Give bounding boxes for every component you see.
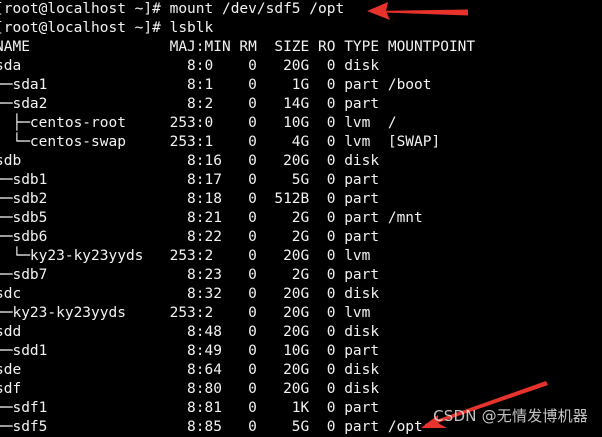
command-line-lsblk: [root@localhost ~]# lsblk (0, 20, 214, 36)
device-row-sdf: sdf 8:80 0 20G 0 disk (0, 381, 380, 397)
device-row-sde: sde 8:64 0 20G 0 disk (0, 362, 380, 378)
device-row-sda: sda 8:0 0 20G 0 disk (0, 58, 380, 74)
lsblk-header-row: NAME MAJ:MIN RM SIZE RO TYPE MOUNTPOINT (0, 39, 476, 55)
device-row-sdf5: └─sdf5 8:85 0 5G 0 part /opt (0, 419, 423, 435)
device-row-centos-root: ├─centos-root 253:0 0 10G 0 lvm / (0, 115, 397, 131)
device-row-sdd: sdd 8:48 0 20G 0 disk (0, 324, 380, 340)
device-row-sdb6: ├─sdb6 8:22 0 2G 0 part (0, 229, 380, 245)
device-row-sda2: └─sda2 8:2 0 14G 0 part (0, 96, 380, 112)
device-row-centos-swap: └─centos-swap 253:1 0 4G 0 lvm [SWAP] (0, 134, 441, 150)
device-row-sdd1: └─sdd1 8:49 0 10G 0 part (0, 343, 380, 359)
terminal-output: [root@localhost ~]# mount /dev/sdf5 /opt… (0, 0, 475, 437)
device-row-sdb5: ├─sdb5 8:21 0 2G 0 part /mnt (0, 210, 423, 226)
device-row-ky23-under-sdc: └─ky23-ky23yyds 253:2 0 20G 0 lvm (0, 305, 371, 321)
device-row-sdb: sdb 8:16 0 20G 0 disk (0, 153, 380, 169)
device-row-sda1: ├─sda1 8:1 0 1G 0 part /boot (0, 77, 432, 93)
device-row-sdc: sdc 8:32 0 20G 0 disk (0, 286, 380, 302)
command-line-mount: [root@localhost ~]# mount /dev/sdf5 /opt (0, 1, 345, 17)
device-row-sdb7: └─sdb7 8:23 0 2G 0 part (0, 267, 380, 283)
device-row-sdb1: ├─sdb1 8:17 0 5G 0 part (0, 172, 380, 188)
device-row-sdf1: ├─sdf1 8:81 0 1K 0 part (0, 400, 380, 416)
device-row-ky23-under-sdb6: │ └─ky23-ky23yyds 253:2 0 20G 0 lvm (0, 248, 371, 264)
device-row-sdb2: ├─sdb2 8:18 0 512B 0 part (0, 191, 380, 207)
csdn-watermark: CSDN @无情发博机器 (433, 407, 588, 425)
terminal-window[interactable]: [root@localhost ~]# mount /dev/sdf5 /opt… (0, 0, 602, 437)
